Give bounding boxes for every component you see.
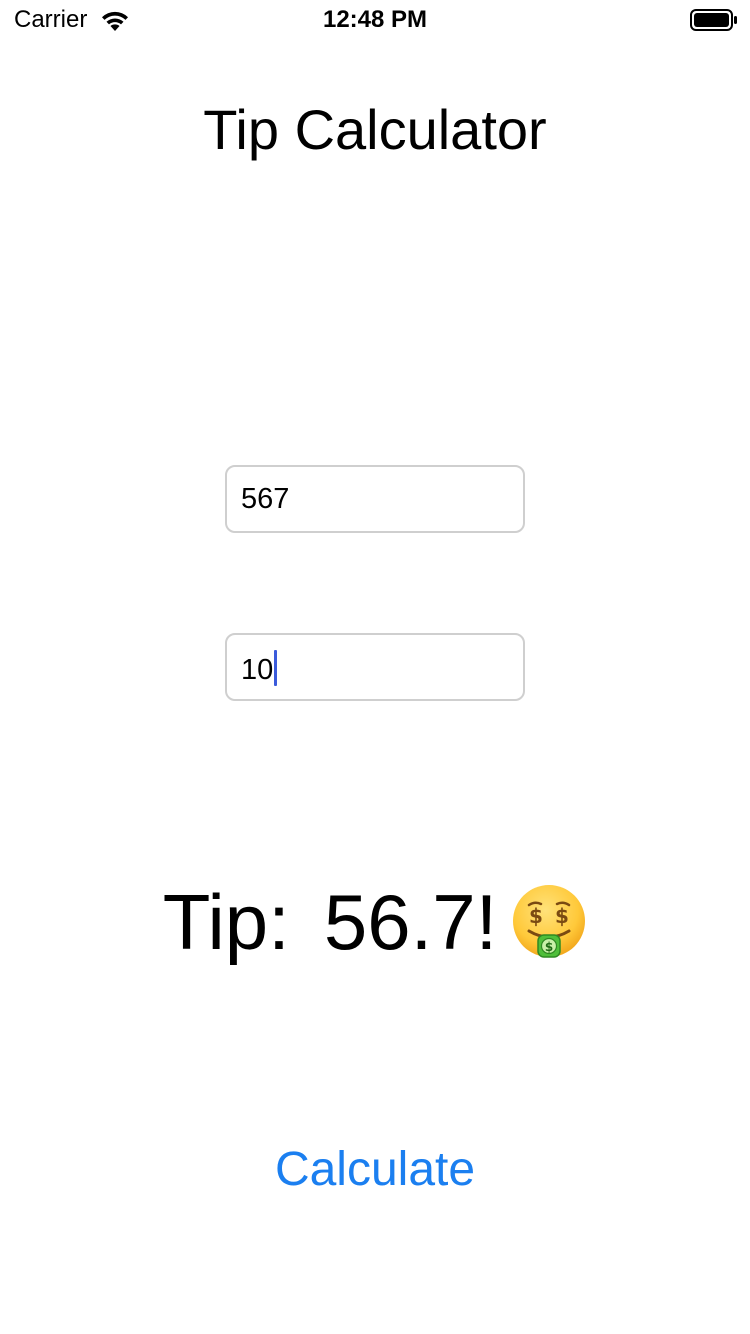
text-cursor <box>274 650 278 686</box>
svg-text:$: $ <box>529 904 543 928</box>
calculate-button[interactable]: Calculate <box>225 1137 525 1203</box>
svg-text:$: $ <box>545 940 553 954</box>
page-title: Tip Calculator <box>203 98 547 161</box>
svg-text:$: $ <box>555 904 569 928</box>
tip-percent-field[interactable]: 10 <box>225 633 525 701</box>
tip-value: 56.7! <box>323 878 498 966</box>
money-mouth-face-icon: $ $ $ <box>513 885 586 958</box>
bill-amount-field[interactable]: 567 <box>225 465 525 533</box>
battery-icon <box>690 9 737 31</box>
tip-percent-value: 10 <box>241 654 274 686</box>
tip-result: Tip: 56.7! $ $ $ <box>0 874 750 970</box>
tip-label: Tip: <box>162 878 290 966</box>
tip-percent-value-wrap: 10 <box>241 650 278 687</box>
status-time: 12:48 PM <box>322 6 428 33</box>
bill-amount-value: 567 <box>241 483 290 515</box>
status-bar: Carrier 12:48 PM <box>0 0 750 40</box>
